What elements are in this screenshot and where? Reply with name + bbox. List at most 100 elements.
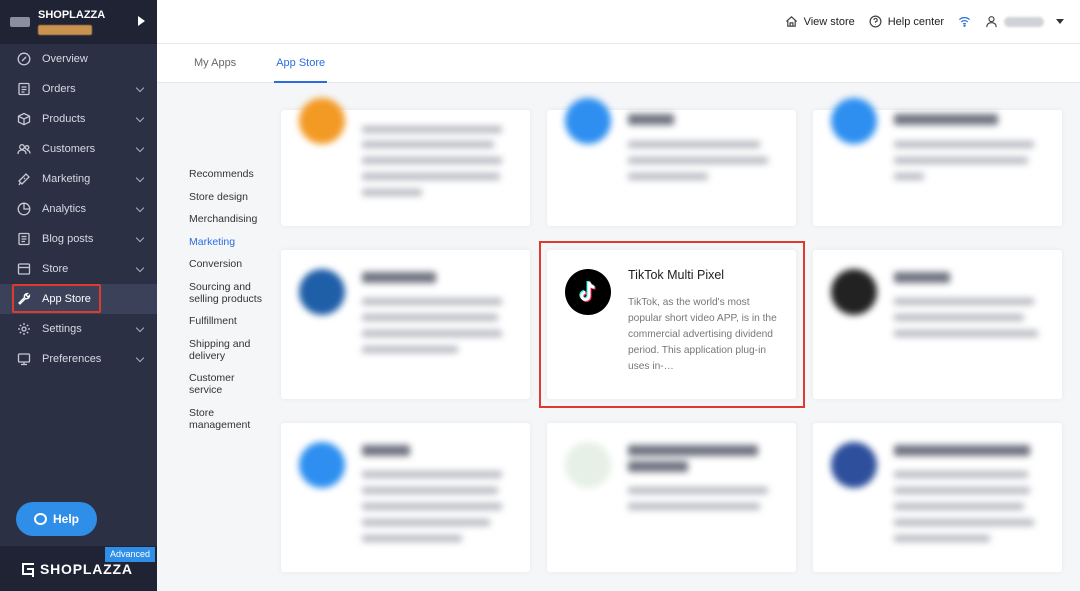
blurred-line <box>362 346 458 353</box>
app-card[interactable] <box>813 250 1062 399</box>
nav-item-settings[interactable]: Settings <box>0 314 157 344</box>
app-card[interactable] <box>547 98 796 226</box>
blurred-title <box>362 445 410 456</box>
products-icon <box>17 112 31 126</box>
app-logo <box>565 442 611 488</box>
user-icon <box>986 16 997 28</box>
chevron-down-icon <box>135 83 145 93</box>
nav-label: Marketing <box>42 173 91 185</box>
blurred-line <box>628 487 768 494</box>
nav-item-marketing[interactable]: Marketing <box>0 164 157 194</box>
nav-label: Orders <box>42 83 76 95</box>
blurred-line <box>362 298 502 305</box>
nav-item-orders[interactable]: Orders <box>0 74 157 104</box>
nav-label: Settings <box>42 323 82 335</box>
category-shipping[interactable]: Shipping and delivery <box>189 338 269 362</box>
orders-icon <box>17 82 31 96</box>
blurred-line <box>628 157 768 164</box>
nav-item-customers[interactable]: Customers <box>0 134 157 164</box>
chevron-down-icon <box>135 233 145 243</box>
category-customer-service[interactable]: Customer service <box>189 372 269 396</box>
nav-item-app-store[interactable]: App Store <box>0 284 157 314</box>
nav-item-store[interactable]: Store <box>0 254 157 284</box>
app-card-tiktok-multi-pixel[interactable]: TikTok Multi Pixel TikTok, as the world'… <box>547 250 796 399</box>
settings-icon <box>17 322 31 336</box>
blurred-line <box>894 314 1024 321</box>
nav-label: Preferences <box>42 353 102 365</box>
chevron-down-icon <box>135 203 145 213</box>
blurred-line <box>894 141 1034 148</box>
analytics-icon <box>17 202 31 216</box>
app-card[interactable] <box>813 423 1062 572</box>
store-logo <box>10 17 30 27</box>
wrench-icon <box>17 292 31 306</box>
help-button[interactable]: Help <box>16 502 97 536</box>
blurred-title <box>894 114 998 125</box>
category-marketing[interactable]: Marketing <box>189 236 269 248</box>
tab-my-apps[interactable]: My Apps <box>194 44 236 83</box>
app-logo <box>299 442 345 488</box>
view-store-link[interactable]: View store <box>785 15 855 28</box>
view-store-label: View store <box>803 15 855 28</box>
tiktok-logo-icon <box>565 269 611 315</box>
app-logo <box>299 269 345 315</box>
app-card[interactable] <box>547 423 796 572</box>
blurred-line <box>894 503 1024 510</box>
marketing-icon <box>17 172 31 186</box>
shoplazza-logo-icon <box>22 562 34 577</box>
app-card[interactable] <box>813 98 1062 226</box>
overview-icon <box>17 52 31 66</box>
app-card[interactable] <box>281 250 530 399</box>
nav-item-analytics[interactable]: Analytics <box>0 194 157 224</box>
blurred-line <box>362 173 500 180</box>
category-sourcing[interactable]: Sourcing and selling products <box>189 281 269 305</box>
nav-label: Store <box>42 263 69 275</box>
expand-arrow-icon[interactable] <box>138 16 145 26</box>
store-switcher[interactable]: SHOPLAZZA <box>0 0 157 44</box>
chevron-down-icon <box>135 323 145 333</box>
category-fulfillment[interactable]: Fulfillment <box>189 315 269 327</box>
chevron-down-icon <box>135 143 145 153</box>
category-store-design[interactable]: Store design <box>189 191 269 203</box>
nav-item-blog-posts[interactable]: Blog posts <box>0 224 157 254</box>
blurred-line <box>894 298 1034 305</box>
preferences-icon <box>17 352 31 366</box>
chevron-down-icon <box>135 173 145 183</box>
blurred-line <box>362 189 422 196</box>
blurred-line <box>362 535 462 542</box>
blurred-line <box>362 471 502 478</box>
blurred-title <box>894 445 1030 456</box>
blurred-line <box>628 503 760 510</box>
sidebar: SHOPLAZZA Overview Orders Products Custo… <box>0 0 157 591</box>
app-card[interactable] <box>281 423 530 572</box>
nav-item-products[interactable]: Products <box>0 104 157 134</box>
help-label: Help <box>52 512 79 526</box>
nav-item-preferences[interactable]: Preferences <box>0 344 157 374</box>
blurred-line <box>894 330 1038 337</box>
blurred-title <box>362 272 436 283</box>
nav-label: Analytics <box>42 203 87 215</box>
category-conversion[interactable]: Conversion <box>189 258 269 270</box>
blurred-line <box>894 519 1034 526</box>
tab-app-store[interactable]: App Store <box>274 44 328 83</box>
category-store-management[interactable]: Store management <box>189 407 269 431</box>
user-menu[interactable] <box>985 15 1064 28</box>
app-card[interactable] <box>281 98 530 226</box>
app-logo <box>831 98 877 144</box>
category-recommends[interactable]: Recommends <box>189 168 269 180</box>
help-center-link[interactable]: Help center <box>869 15 944 28</box>
store-icon <box>17 262 31 276</box>
nav-label: Blog posts <box>42 233 94 245</box>
blurred-line <box>628 173 708 180</box>
app-title: TikTok Multi Pixel <box>628 268 725 282</box>
help-center-label: Help center <box>887 15 944 28</box>
blurred-title <box>628 461 688 472</box>
nav-item-overview[interactable]: Overview <box>0 44 157 74</box>
blurred-line <box>362 330 502 337</box>
chevron-down-icon <box>135 263 145 273</box>
brand-name: SHOPLAZZA <box>38 9 106 22</box>
blurred-line <box>362 314 498 321</box>
wifi-status[interactable] <box>958 15 971 28</box>
nav-label: Customers <box>42 143 96 155</box>
category-merchandising[interactable]: Merchandising <box>189 213 269 225</box>
